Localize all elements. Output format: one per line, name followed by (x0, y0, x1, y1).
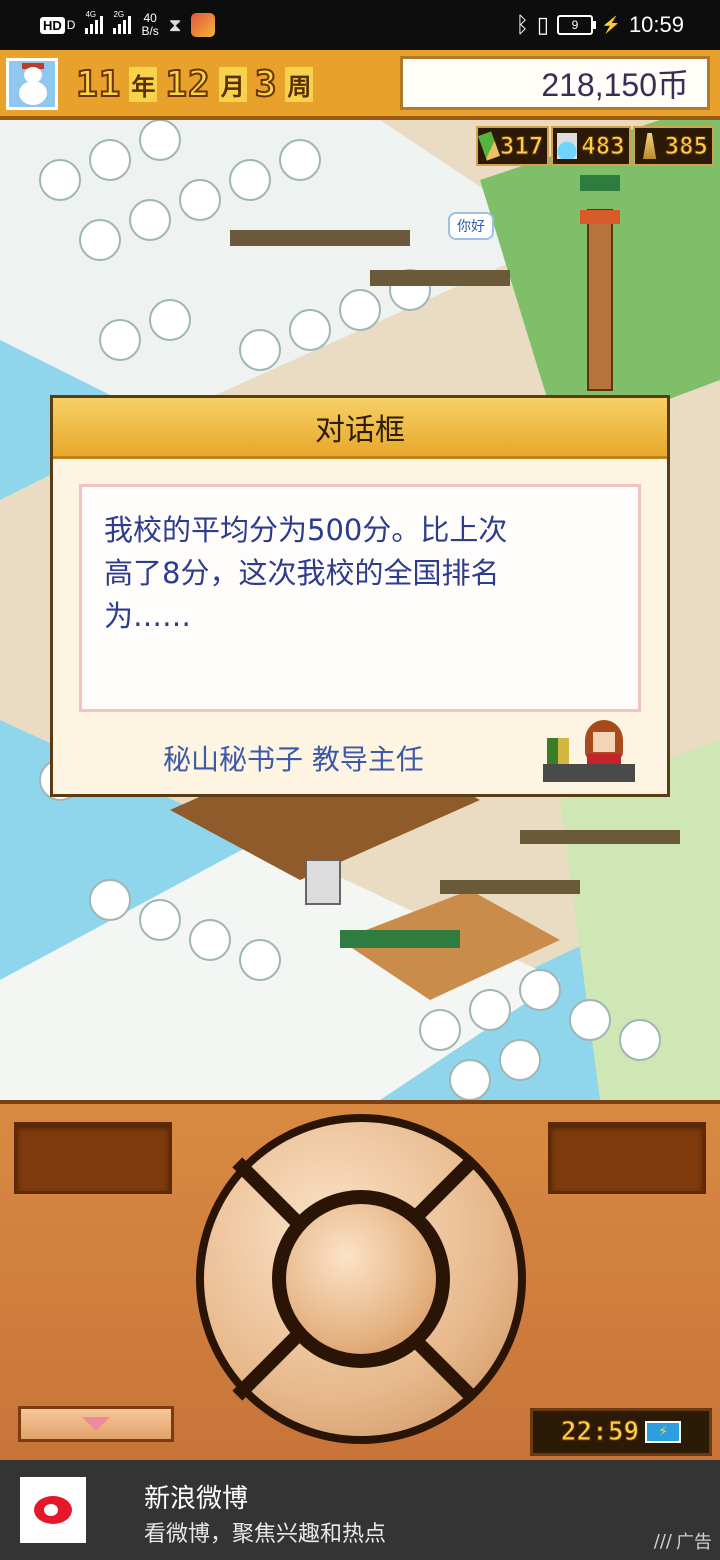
resource-flask: 483 (551, 126, 631, 166)
bluetooth-icon: ᛒ (515, 12, 529, 37)
vibrate-icon: ▯ (536, 12, 550, 37)
charging-icon: ⚡ (601, 17, 621, 34)
game-clock: 22:59 ⚡ (530, 1408, 712, 1456)
month-unit: 月 (218, 66, 247, 102)
weibo-logo-icon (20, 1477, 86, 1543)
resource-tower: 385 (632, 126, 714, 166)
year-unit: 年 (129, 66, 158, 102)
ad-mark-icon: /// (653, 1530, 672, 1552)
dialog-message: 我校的平均分为500分。比上次 高了8分，这次我校的全国排名 为…… (104, 513, 508, 633)
flask-icon (557, 133, 578, 159)
student-speech-bubble: 你好 (448, 212, 494, 240)
resource-bar: 317 483 385 (475, 126, 714, 166)
money-value: 218,150币 (541, 67, 689, 103)
triangle-down-icon (82, 1417, 110, 1431)
week-value: 3 (254, 63, 278, 106)
signal-icon-sim2: 2G (113, 10, 132, 34)
ad-description: 看微博，聚焦兴趣和热点 (144, 1522, 387, 1547)
dialog-message-panel: 我校的平均分为500分。比上次 高了8分，这次我校的全国排名 为…… (79, 484, 641, 712)
game-app-icon (191, 13, 216, 37)
clock: 10:59 (628, 12, 684, 37)
dialog-title: 对话框 (315, 413, 405, 448)
left-shoulder-button[interactable] (14, 1122, 172, 1194)
snowman-season-icon[interactable] (6, 58, 58, 110)
dialog-box[interactable]: 对话框 我校的平均分为500分。比上次 高了8分，这次我校的全国排名 为…… 秘… (50, 395, 670, 797)
calendar-display[interactable]: 11 年 12 月 3 周 (75, 58, 314, 110)
right-shoulder-button[interactable] (548, 1122, 706, 1194)
week-unit: 周 (285, 66, 314, 102)
ad-title: 新浪微博 (144, 1484, 249, 1514)
game-screen: HD D 4G 2G 40 B/s ⧗ ᛒ ▯ 9 ⚡ 10:59 11 年 1… (0, 0, 720, 1560)
ad-label: /// 广告 (653, 1530, 712, 1554)
battery-icon: ⚡ (645, 1421, 682, 1443)
money-display[interactable]: 218,150币 (400, 56, 710, 110)
status-bar: HD D 4G 2G 40 B/s ⧗ ᛒ ▯ 9 ⚡ 10:59 (0, 0, 720, 50)
year-value: 11 (75, 63, 122, 106)
virtual-controller: 22:59 ⚡ (0, 1100, 720, 1464)
direction-pad[interactable] (196, 1114, 526, 1444)
hd-voice-icon: HD (40, 16, 65, 34)
dpad-center-button[interactable] (286, 1204, 436, 1354)
resource-pencil: 317 (475, 126, 550, 166)
network-speed: 40 B/s (141, 11, 159, 38)
pencil-icon (477, 131, 500, 161)
hourglass-icon: ⧗ (168, 14, 182, 35)
dialog-titlebar: 对话框 (53, 398, 667, 459)
month-value: 12 (164, 63, 211, 106)
tower-icon (643, 133, 657, 159)
hd-suffix: D (66, 18, 76, 32)
ad-banner[interactable]: 新浪微博 看微博，聚焦兴趣和热点 /// 广告 (0, 1460, 720, 1560)
game-clock-time: 22:59 (560, 1417, 640, 1448)
menu-toggle-button[interactable] (18, 1406, 174, 1442)
battery-icon: 9 (557, 15, 597, 35)
speaker-portrait (543, 720, 635, 782)
dialog-speaker-name: 秘山秘书子 教导主任 (163, 743, 424, 776)
signal-icon-sim1: 4G (85, 10, 104, 34)
